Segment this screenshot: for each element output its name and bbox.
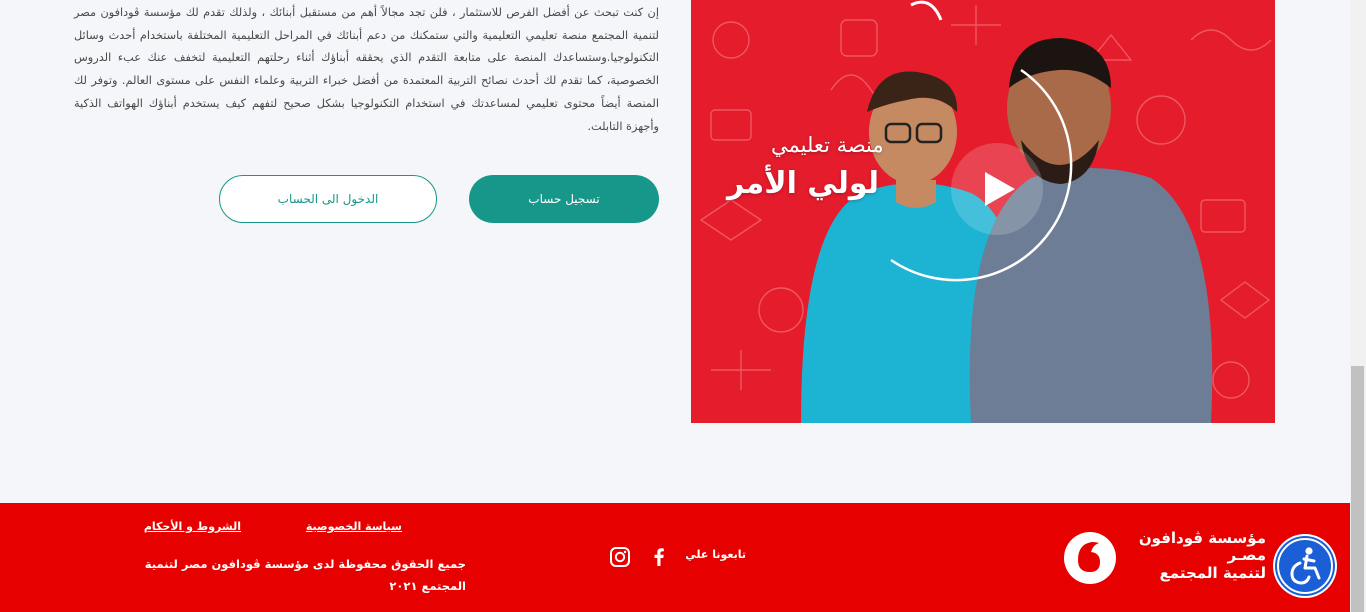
play-icon <box>985 172 1015 206</box>
main-content: إن كنت تبحث عن أفضل الفرص للاستثمار ، فل… <box>0 0 1350 503</box>
login-button[interactable]: الدخول الى الحساب <box>219 175 437 223</box>
scrollbar-thumb[interactable] <box>1351 366 1364 612</box>
logo-text-line-2: مصـر <box>1227 546 1266 564</box>
vodafone-logo[interactable] <box>1064 532 1116 584</box>
vodafone-logo-icon <box>1066 534 1114 582</box>
intro-paragraph: إن كنت تبحث عن أفضل الفرص للاستثمار ، فل… <box>74 6 659 133</box>
privacy-policy-link[interactable]: سياسة الخصوصية <box>300 520 402 533</box>
accessibility-icon <box>1277 538 1333 594</box>
register-button[interactable]: تسجيل حساب <box>469 175 659 223</box>
play-button[interactable] <box>951 143 1043 235</box>
logo-text-line-3: لتنمية المجتمع <box>1159 564 1266 582</box>
copyright-text: جميع الحقوق محفوظة لدى مؤسسة ڤودافون مصر… <box>144 557 466 593</box>
video-title: لولي الأمر <box>727 166 879 201</box>
terms-link[interactable]: الشروط و الأحكام <box>140 520 241 533</box>
accessibility-button[interactable] <box>1273 534 1337 598</box>
video-subtitle: منصة تعليمي <box>771 133 884 157</box>
video-thumbnail[interactable]: منصة تعليمي لولي الأمر <box>691 0 1275 423</box>
logo-text-line-1: مؤسسة ڤودافون <box>1138 529 1266 547</box>
facebook-icon <box>654 548 664 566</box>
facebook-link[interactable] <box>648 546 670 568</box>
instagram-link[interactable] <box>609 546 631 568</box>
instagram-icon <box>610 547 630 567</box>
follow-us-label: تابعونا علي <box>685 548 746 561</box>
